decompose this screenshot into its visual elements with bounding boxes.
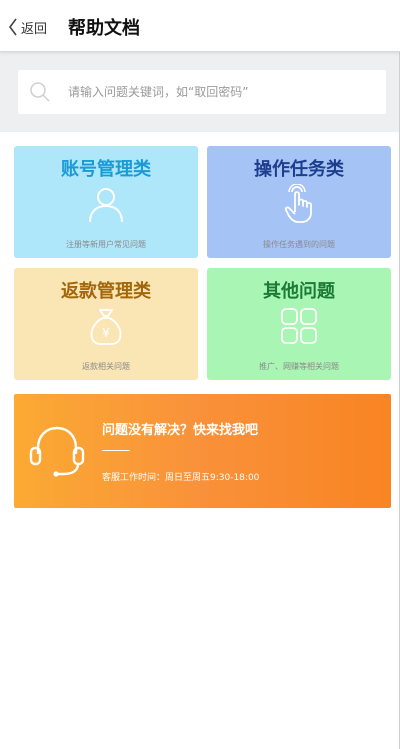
banner-title: 问题没有解决？快来找我吧 <box>102 423 259 438</box>
search-area <box>0 52 400 132</box>
search-box[interactable] <box>18 70 386 114</box>
back-label: 返回 <box>21 21 48 37</box>
banner-divider <box>102 450 130 451</box>
category-title: 操作任务类 <box>254 159 344 180</box>
customer-service-banner[interactable]: 问题没有解决？快来找我吧 客服工作时间：周日至周五9:30-18:00 <box>14 394 391 508</box>
category-desc: 操作任务遇到的问题 <box>263 240 335 249</box>
grid-icon <box>281 308 317 344</box>
svg-text:¥: ¥ <box>102 326 110 340</box>
user-icon <box>89 188 123 223</box>
chevron-left-icon <box>9 18 17 36</box>
category-desc: 返款相关问题 <box>82 362 130 371</box>
category-card-task[interactable]: 操作任务类 操作任务遇到的问题 <box>207 146 391 258</box>
category-desc: 推广、网赚等相关问题 <box>259 362 339 371</box>
category-card-account[interactable]: 账号管理类 注册等新用户常见问题 <box>14 146 198 258</box>
category-title: 其他问题 <box>263 281 335 302</box>
service-hours: 客服工作时间：周日至周五9:30-18:00 <box>102 473 260 483</box>
back-button[interactable]: 返回 <box>8 16 47 38</box>
category-desc: 注册等新用户常见问题 <box>66 240 146 249</box>
headset-icon <box>29 426 85 477</box>
category-title: 账号管理类 <box>61 159 151 180</box>
category-title: 返款管理类 <box>61 281 151 302</box>
search-icon <box>30 82 50 102</box>
money-bag-icon: ¥ <box>90 309 122 345</box>
category-card-other[interactable]: 其他问题 推广、网赚等相关问题 <box>207 268 391 380</box>
header-bar: 返回 帮助文档 <box>0 0 400 52</box>
pointer-hand-icon <box>284 184 312 223</box>
page-title: 帮助文档 <box>68 18 140 39</box>
category-card-refund[interactable]: 返款管理类 ¥ 返款相关问题 <box>14 268 198 380</box>
search-input[interactable] <box>58 70 378 114</box>
